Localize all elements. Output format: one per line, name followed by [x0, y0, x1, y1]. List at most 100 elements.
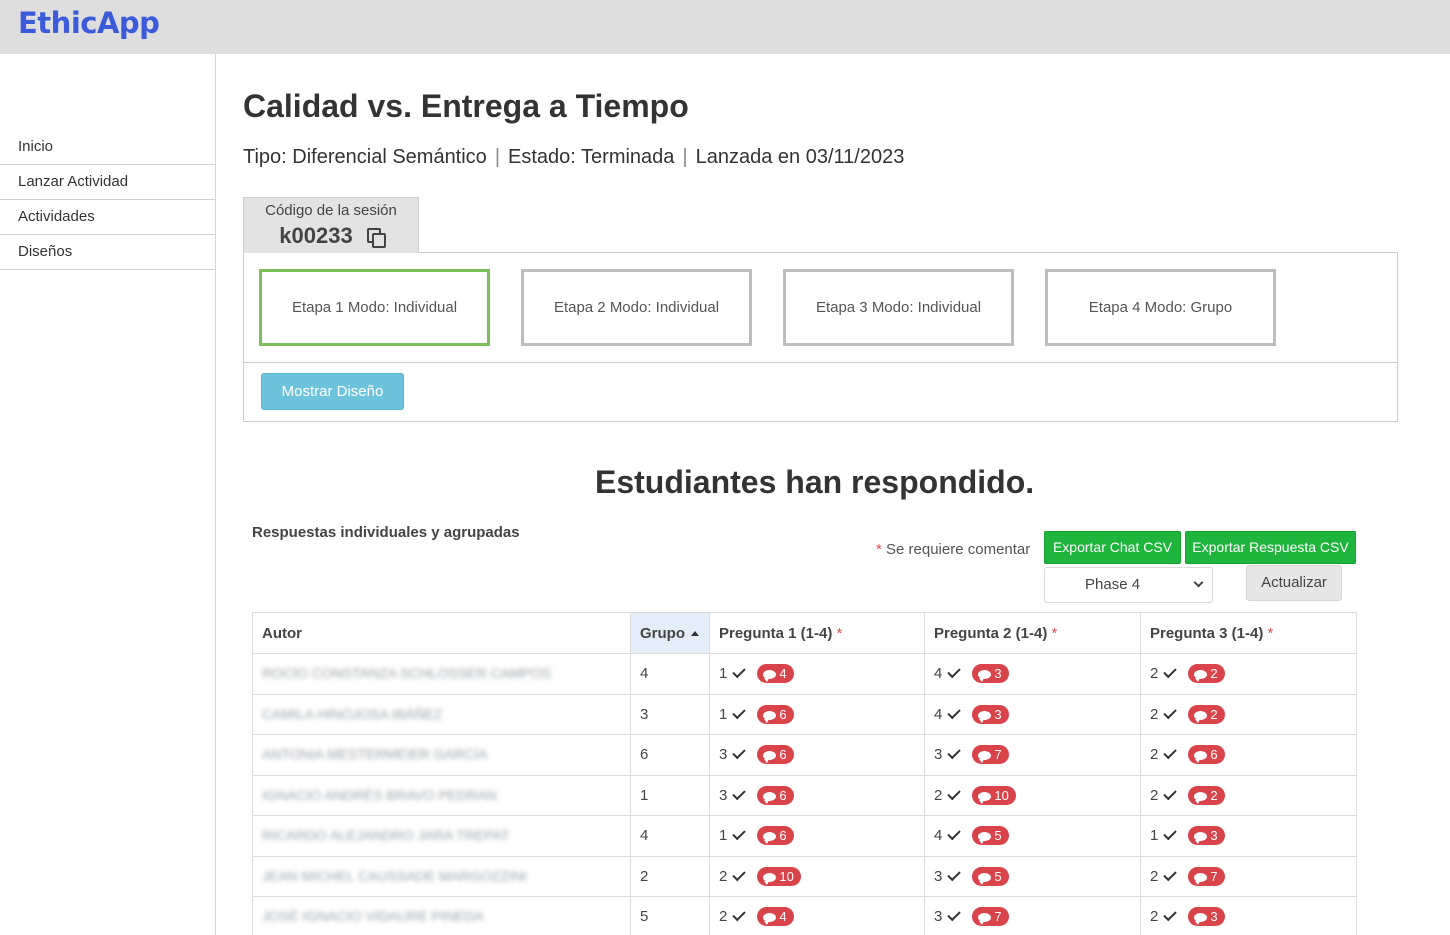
comment-count-badge[interactable]: 7: [972, 907, 1009, 927]
required-comment-note: * Se requiere comentar: [876, 541, 1030, 558]
answer-value: 2: [1150, 867, 1159, 885]
answer-value: 2: [934, 786, 943, 804]
author-cell: CAMILA HINOJOSA IBÁÑEZ: [252, 693, 631, 735]
comment-count-badge[interactable]: 5: [972, 826, 1009, 846]
answer-value: 2: [719, 867, 728, 885]
comment-count-badge[interactable]: 5: [972, 866, 1009, 886]
group-value: 4: [640, 827, 649, 845]
meta-separator: |: [682, 146, 688, 168]
comment-count: 6: [779, 706, 787, 722]
table-row: CAMILA HINOJOSA IBÁÑEZ 3 1 6 4 3 2 2: [252, 693, 1357, 735]
answer-value: 2: [1150, 746, 1159, 764]
activity-launch-date: Lanzada en 03/11/2023: [695, 146, 905, 168]
stage-2-card[interactable]: Etapa 2 Modo: Individual: [521, 269, 752, 346]
brand-logo[interactable]: EthicApp: [18, 6, 160, 40]
answer-value: 3: [934, 867, 943, 885]
stage-1-card[interactable]: Etapa 1 Modo: Individual: [259, 269, 490, 346]
copy-icon[interactable]: [366, 228, 386, 248]
comment-count-badge[interactable]: 6: [757, 704, 794, 724]
answer-value: 3: [719, 746, 728, 764]
comment-count-badge[interactable]: 6: [1188, 745, 1225, 765]
sidebar-item-disenos[interactable]: Diseños: [0, 235, 215, 270]
check-icon: [1163, 705, 1178, 719]
comment-count-badge[interactable]: 2: [1188, 785, 1225, 805]
comment-count: 10: [779, 868, 794, 884]
comment-count-badge[interactable]: 7: [972, 745, 1009, 765]
answer-value: 2: [719, 908, 728, 926]
answer-value: 1: [719, 665, 728, 683]
comment-icon: [1194, 832, 1208, 845]
sidebar-item-actividades[interactable]: Actividades: [0, 200, 215, 235]
comment-count-badge[interactable]: 4: [757, 664, 794, 684]
author-name: JEAN MICHEL CAUSSADE MARGOZZINI: [262, 867, 527, 884]
q2-answer-cell: 37: [924, 896, 1141, 935]
comment-count-badge[interactable]: 4: [757, 907, 794, 927]
column-header-group[interactable]: Grupo: [630, 612, 710, 654]
update-button[interactable]: Actualizar: [1246, 565, 1342, 601]
chevron-down-icon: [1193, 577, 1204, 588]
table-row: RICARDO ALEJANDRO JARA TREPAT 4 1 6 4 5 1 3: [252, 815, 1357, 857]
answer-value: 1: [719, 827, 728, 845]
check-icon: [947, 705, 962, 719]
sidebar-item-lanzar-actividad[interactable]: Lanzar Actividad: [0, 165, 215, 200]
meta-separator: |: [494, 146, 501, 168]
column-header-q2[interactable]: Pregunta 2 (1-4) *: [924, 612, 1141, 654]
column-header-q3-label: Pregunta 3 (1-4): [1150, 624, 1264, 642]
comment-count-badge[interactable]: 2: [1188, 664, 1225, 684]
show-design-button[interactable]: Mostrar Diseño: [261, 373, 404, 410]
comment-count-badge[interactable]: 6: [757, 826, 794, 846]
check-icon: [947, 746, 962, 760]
author-name: ANTONIA MESTERMEIER GARCÍA: [262, 746, 488, 763]
activity-type: Tipo: Diferencial Semántico: [243, 146, 487, 168]
comment-count-badge[interactable]: 6: [757, 745, 794, 765]
comment-count: 3: [1210, 828, 1218, 844]
q3-answer-cell: 22: [1140, 693, 1357, 735]
comment-count: 2: [1210, 787, 1218, 803]
comment-count-badge[interactable]: 6: [757, 785, 794, 805]
comment-icon: [1194, 872, 1208, 885]
check-icon: [732, 908, 747, 922]
table-row: IGNACIO ANDRÉS BRAVO PEDRAN 1 3 6 2 10 2 2: [252, 774, 1357, 816]
export-chat-csv-button[interactable]: Exportar Chat CSV: [1044, 531, 1181, 564]
table-row: ANTONIA MESTERMEIER GARCÍA 6 3 6 3 7 2 6: [252, 734, 1357, 776]
check-icon: [947, 867, 962, 881]
comment-count-badge[interactable]: 10: [972, 785, 1016, 805]
required-star: *: [876, 541, 882, 558]
comment-count-badge[interactable]: 3: [1188, 907, 1225, 927]
q2-answer-cell: 45: [924, 815, 1141, 857]
author-name: JOSÉ IGNACIO VIDAURE PINEDA: [262, 908, 484, 925]
group-value: 4: [640, 665, 649, 683]
check-icon: [1163, 827, 1178, 841]
column-header-author[interactable]: Autor: [252, 612, 631, 654]
comment-count-badge[interactable]: 2: [1188, 704, 1225, 724]
sidebar-item-inicio[interactable]: Inicio: [0, 130, 215, 165]
q1-answer-cell: 16: [709, 693, 925, 735]
stages-panel: Etapa 1 Modo: Individual Etapa 2 Modo: I…: [243, 252, 1398, 422]
required-star: *: [1267, 624, 1274, 642]
q2-answer-cell: 35: [924, 855, 1141, 897]
export-response-csv-button[interactable]: Exportar Respuesta CSV: [1185, 531, 1356, 564]
stage-4-card[interactable]: Etapa 4 Modo: Grupo: [1045, 269, 1276, 346]
table-row: JEAN MICHEL CAUSSADE MARGOZZINI 2 2 10 3 5 2 7: [252, 855, 1357, 897]
stage-3-card[interactable]: Etapa 3 Modo: Individual: [783, 269, 1014, 346]
comment-count-badge[interactable]: 3: [972, 704, 1009, 724]
comment-icon: [978, 670, 992, 683]
comment-count-badge[interactable]: 10: [757, 866, 801, 886]
q2-answer-cell: 43: [924, 693, 1141, 735]
comment-count-badge[interactable]: 7: [1188, 866, 1225, 886]
column-header-q1[interactable]: Pregunta 1 (1-4) *: [709, 612, 925, 654]
column-header-q3[interactable]: Pregunta 3 (1-4) *: [1140, 612, 1357, 654]
comment-icon: [763, 872, 777, 885]
sidebar: Inicio Lanzar Actividad Actividades Dise…: [0, 54, 216, 935]
stages-row: Etapa 1 Modo: Individual Etapa 2 Modo: I…: [244, 253, 1397, 363]
comment-count-badge[interactable]: 3: [1188, 826, 1225, 846]
comment-icon: [978, 872, 992, 885]
page-title: Calidad vs. Entrega a Tiempo: [243, 88, 689, 124]
group-cell: 3: [630, 693, 710, 735]
comment-count-badge[interactable]: 3: [972, 664, 1009, 684]
author-cell: JOSÉ IGNACIO VIDAURE PINEDA: [252, 896, 631, 935]
comment-icon: [978, 913, 992, 926]
phase-select[interactable]: Phase 4: [1044, 567, 1213, 603]
group-value: 5: [640, 908, 649, 926]
q2-answer-cell: 2 10: [924, 774, 1141, 816]
